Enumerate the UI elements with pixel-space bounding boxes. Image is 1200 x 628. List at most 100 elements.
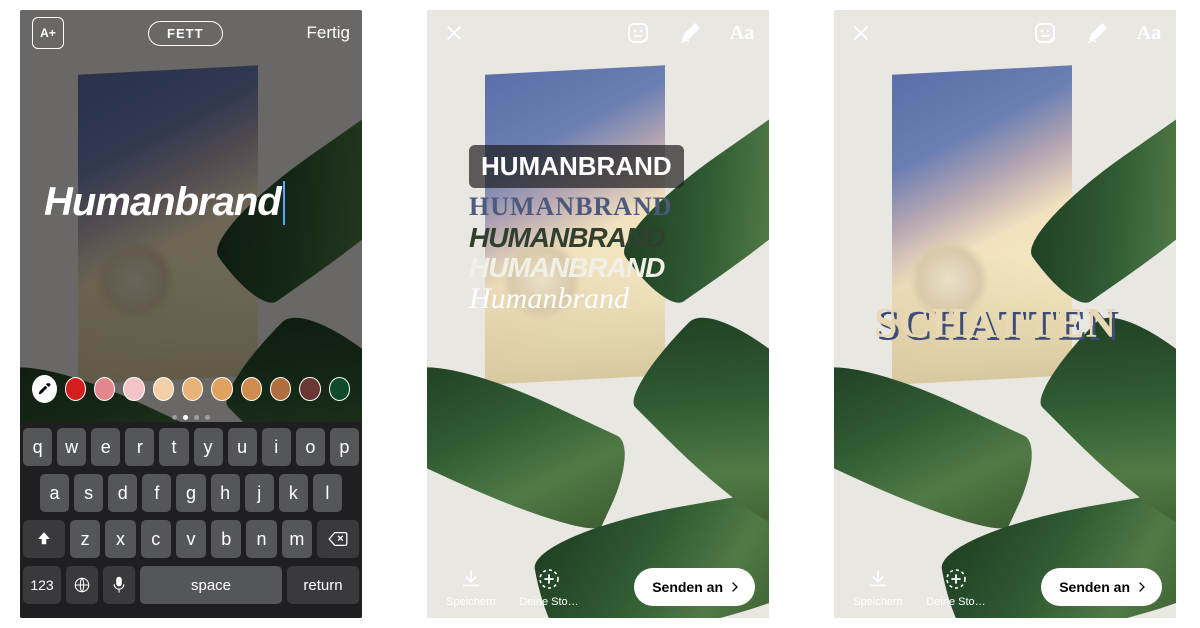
color-swatch[interactable] [182,377,203,401]
letter-key-z[interactable]: z [70,520,100,558]
pencil-icon [1085,21,1109,45]
letter-key-o[interactable]: o [296,428,325,466]
letter-key-j[interactable]: j [245,474,274,512]
space-label: space [191,577,231,594]
page-dot[interactable] [172,415,177,420]
letter-key-q[interactable]: q [23,428,52,466]
return-label: return [303,577,342,594]
color-swatch[interactable] [299,377,320,401]
sticker-icon [1033,21,1057,45]
close-icon [444,23,464,43]
letter-key-f[interactable]: f [142,474,171,512]
story-ring-icon [944,567,968,591]
save-button[interactable]: Speichern [441,566,501,608]
font-weight-label: FETT [167,26,204,41]
numeric-label: 123 [30,577,53,593]
done-label: Fertig [307,23,350,42]
globe-icon [73,576,91,594]
color-swatch[interactable] [270,377,291,401]
your-story-label: Deine Sto… [926,596,985,608]
color-swatch[interactable] [241,377,262,401]
sticker-button[interactable] [1030,18,1060,48]
font-sample-stack[interactable]: HUMANBRAND HUMANBRAND HUMANBRAND HUMANBR… [469,145,684,316]
sticker-icon [626,21,650,45]
letter-key-b[interactable]: b [211,520,241,558]
color-swatch[interactable] [123,377,144,401]
font-sample-serif[interactable]: HUMANBRAND [469,192,684,222]
shadow-text-front: SCHATTEN [874,300,1118,348]
page-dot[interactable] [183,415,188,420]
dictation-key[interactable] [103,566,135,604]
font-sample-strong-box[interactable]: HUMANBRAND [469,145,684,188]
letter-key-w[interactable]: w [57,428,86,466]
letter-key-x[interactable]: x [105,520,135,558]
globe-key[interactable] [66,566,98,604]
backspace-key[interactable] [317,520,359,558]
letter-key-h[interactable]: h [211,474,240,512]
letter-key-t[interactable]: t [159,428,188,466]
kbd-row-3: zxcvbnm [23,520,359,558]
page-dot[interactable] [205,415,210,420]
download-icon [867,568,889,590]
text-align-button[interactable]: A+ [32,17,64,49]
color-swatch[interactable] [153,377,174,401]
download-icon [460,568,482,590]
letter-key-d[interactable]: d [108,474,137,512]
draw-button[interactable] [675,18,705,48]
color-swatch[interactable] [329,377,350,401]
shift-icon [35,530,53,548]
color-swatch-row [20,375,362,403]
typed-text[interactable]: Humanbrand [44,180,281,225]
shadow-text-layer[interactable]: SCHATTEN SCHATTEN [874,300,1118,348]
letter-key-i[interactable]: i [262,428,291,466]
font-weight-pill[interactable]: FETT [148,21,223,46]
sticker-button[interactable] [623,18,653,48]
save-label: Speichern [853,596,903,608]
letter-key-r[interactable]: r [125,428,154,466]
font-sample-italic-dark[interactable]: HUMANBRAND [469,222,684,254]
letter-key-u[interactable]: u [228,428,257,466]
space-key[interactable]: space [140,566,282,604]
your-story-button[interactable]: Deine Sto… [926,566,986,608]
send-to-button[interactable]: Senden an [634,568,755,606]
color-swatch[interactable] [94,377,115,401]
story-ring-icon [537,567,561,591]
send-to-button[interactable]: Senden an [1041,568,1162,606]
return-key[interactable]: return [287,566,359,604]
letter-key-y[interactable]: y [194,428,223,466]
send-to-label: Senden an [652,579,723,595]
letter-key-c[interactable]: c [141,520,171,558]
letter-key-e[interactable]: e [91,428,120,466]
chevron-right-icon [1136,581,1148,593]
font-sample-script[interactable]: Humanbrand [469,282,684,316]
ios-keyboard: qwertyuiop asdfghjkl zxcvbnm 123 space r… [20,422,362,618]
letter-key-g[interactable]: g [176,474,205,512]
done-button[interactable]: Fertig [307,23,350,43]
your-story-button[interactable]: Deine Sto… [519,566,579,608]
letter-key-v[interactable]: v [176,520,206,558]
numeric-key[interactable]: 123 [23,566,61,604]
letter-key-p[interactable]: p [330,428,359,466]
story-shadow-text-screen: Aa SCHATTEN SCHATTEN Speichern Deine Sto… [834,10,1176,618]
letter-key-m[interactable]: m [282,520,312,558]
pencil-icon [678,21,702,45]
text-tool-button[interactable]: Aa [727,18,757,48]
letter-key-n[interactable]: n [246,520,276,558]
color-swatch[interactable] [211,377,232,401]
eyedropper-icon [36,381,52,397]
shift-key[interactable] [23,520,65,558]
color-swatch[interactable] [65,377,86,401]
letter-key-s[interactable]: s [74,474,103,512]
letter-key-a[interactable]: a [40,474,69,512]
eyedropper-button[interactable] [32,375,57,403]
save-button[interactable]: Speichern [848,566,908,608]
close-button[interactable] [439,18,469,48]
page-dot[interactable] [194,415,199,420]
draw-button[interactable] [1082,18,1112,48]
letter-key-k[interactable]: k [279,474,308,512]
kbd-row-2: asdfghjkl [23,474,359,512]
text-tool-button[interactable]: Aa [1134,18,1164,48]
font-sample-italic-light[interactable]: HUMANBRAND [469,252,684,284]
letter-key-l[interactable]: l [313,474,342,512]
close-button[interactable] [846,18,876,48]
